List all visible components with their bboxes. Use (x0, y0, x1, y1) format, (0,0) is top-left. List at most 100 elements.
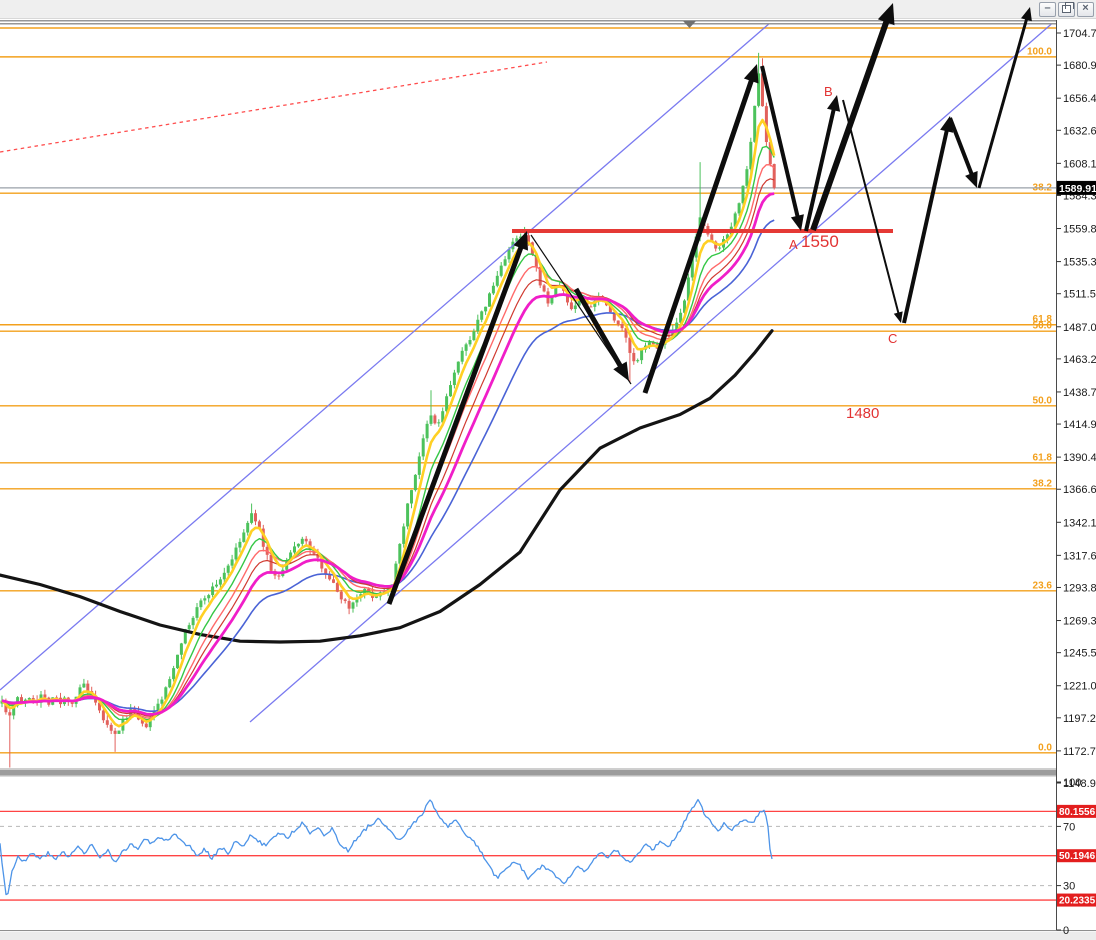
rsi-level-value: 80.1556 (1059, 807, 1096, 818)
candle-body (211, 586, 214, 595)
candle-body (110, 725, 113, 731)
candle-body (192, 618, 195, 625)
candle-body (203, 598, 206, 600)
restore-button[interactable] (1058, 2, 1075, 17)
fib-label: 100.0 (1027, 46, 1052, 57)
candle-body (745, 169, 748, 186)
fib-label: 50.0 (1033, 395, 1053, 406)
candle-body (172, 668, 175, 679)
price-axis-label: 1172.70 (1063, 746, 1096, 758)
price-axis-label: 1463.20 (1063, 354, 1096, 366)
title-bar (0, 0, 1096, 18)
candle-body (324, 569, 327, 575)
fib-label: 50.0 (1033, 321, 1053, 332)
candle-body (636, 360, 639, 361)
candle-body (753, 106, 756, 142)
candle-body (488, 293, 491, 306)
fib-label: 61.8 (1033, 452, 1053, 463)
candle-body (402, 526, 405, 543)
rsi-axis-label: 100 (1063, 777, 1081, 789)
price-axis-label: 1656.40 (1063, 93, 1096, 105)
candle-body (504, 259, 507, 265)
price-axis-label: 1704.70 (1063, 28, 1096, 40)
title-bar-edge (0, 18, 1096, 19)
close-button[interactable]: × (1077, 2, 1094, 17)
candle-body (246, 523, 249, 533)
wave-label[interactable]: A (789, 237, 798, 252)
candle-body (589, 306, 592, 307)
restore-icon (1062, 5, 1071, 13)
candle-body (270, 555, 273, 571)
candle-body (180, 643, 183, 654)
price-axis[interactable]: 1704.701680.901656.401632.601608.101584.… (1057, 19, 1096, 937)
candle-body (102, 710, 105, 720)
candle-body (223, 573, 226, 580)
fib-label: 38.2 (1033, 478, 1053, 489)
candle-body (305, 539, 308, 541)
candle-body (114, 731, 117, 734)
candle-body (484, 307, 487, 312)
candle-body (406, 503, 409, 526)
candle-body (301, 539, 304, 544)
candle-body (215, 585, 218, 587)
pane-separator[interactable] (0, 768, 1096, 769)
candle-body (640, 350, 643, 360)
minimize-button[interactable]: – (1039, 2, 1056, 17)
candle-body (465, 344, 468, 350)
candle-body (433, 415, 436, 423)
chart-top-border (0, 20, 1057, 21)
rsi-axis-label: 0 (1063, 925, 1069, 937)
minimize-icon: – (1044, 2, 1050, 15)
candle-body (472, 331, 475, 340)
candle-body (43, 694, 46, 697)
current-price-label: 1589.91 (1059, 183, 1096, 195)
candle-body (570, 302, 573, 309)
candle-body (492, 286, 495, 294)
candle-body (336, 583, 339, 592)
candle-body (118, 731, 121, 734)
price-axis-label: 1221.00 (1063, 681, 1096, 693)
wave-label[interactable]: C (888, 331, 897, 346)
candle-body (449, 385, 452, 396)
candle-body (277, 576, 280, 577)
candle-body (254, 513, 257, 521)
candle-body (227, 566, 230, 573)
price-axis-label: 1269.30 (1063, 616, 1096, 628)
price-axis-label: 1390.40 (1063, 452, 1096, 464)
price-axis-label: 1511.50 (1063, 289, 1096, 301)
price-axis-label: 1535.30 (1063, 257, 1096, 269)
rsi-axis-label: 30 (1063, 881, 1075, 893)
chart-canvas[interactable]: 100.038.261.850.050.061.838.223.60.0A155… (0, 0, 1096, 940)
price-axis-label: 1632.60 (1063, 125, 1096, 137)
price-axis-label: 1245.50 (1063, 648, 1096, 660)
price-axis-label: 1487.00 (1063, 322, 1096, 334)
candle-body (145, 724, 148, 728)
pane-separator-bar[interactable] (0, 770, 1096, 776)
fib-label: 23.6 (1033, 580, 1053, 591)
candle-body (480, 311, 483, 319)
wave-label[interactable]: B (824, 84, 833, 99)
candle-body (574, 306, 577, 310)
candle-body (160, 700, 163, 704)
candle-body (414, 475, 417, 490)
candle-body (231, 559, 234, 565)
candle-body (617, 321, 620, 325)
candle-body (344, 599, 347, 601)
candle-body (718, 248, 721, 249)
candle-body (461, 351, 464, 362)
rsi-level-value: 20.2335 (1059, 896, 1096, 907)
candle-body (632, 353, 635, 361)
fib-label: 0.0 (1038, 742, 1052, 753)
candle-body (340, 592, 343, 600)
rsi-bottom-border (0, 930, 1096, 931)
wave-label[interactable]: 1550 (801, 232, 839, 251)
candle-body (188, 625, 191, 629)
price-axis-label: 1608.10 (1063, 158, 1096, 170)
wave-label[interactable]: 1480 (846, 405, 879, 422)
candle-body (453, 373, 456, 385)
price-axis-label: 1414.90 (1063, 419, 1096, 431)
candle-body (242, 532, 245, 541)
candle-body (496, 276, 499, 286)
candle-body (8, 712, 11, 715)
rsi-level-value: 50.1946 (1059, 851, 1096, 862)
